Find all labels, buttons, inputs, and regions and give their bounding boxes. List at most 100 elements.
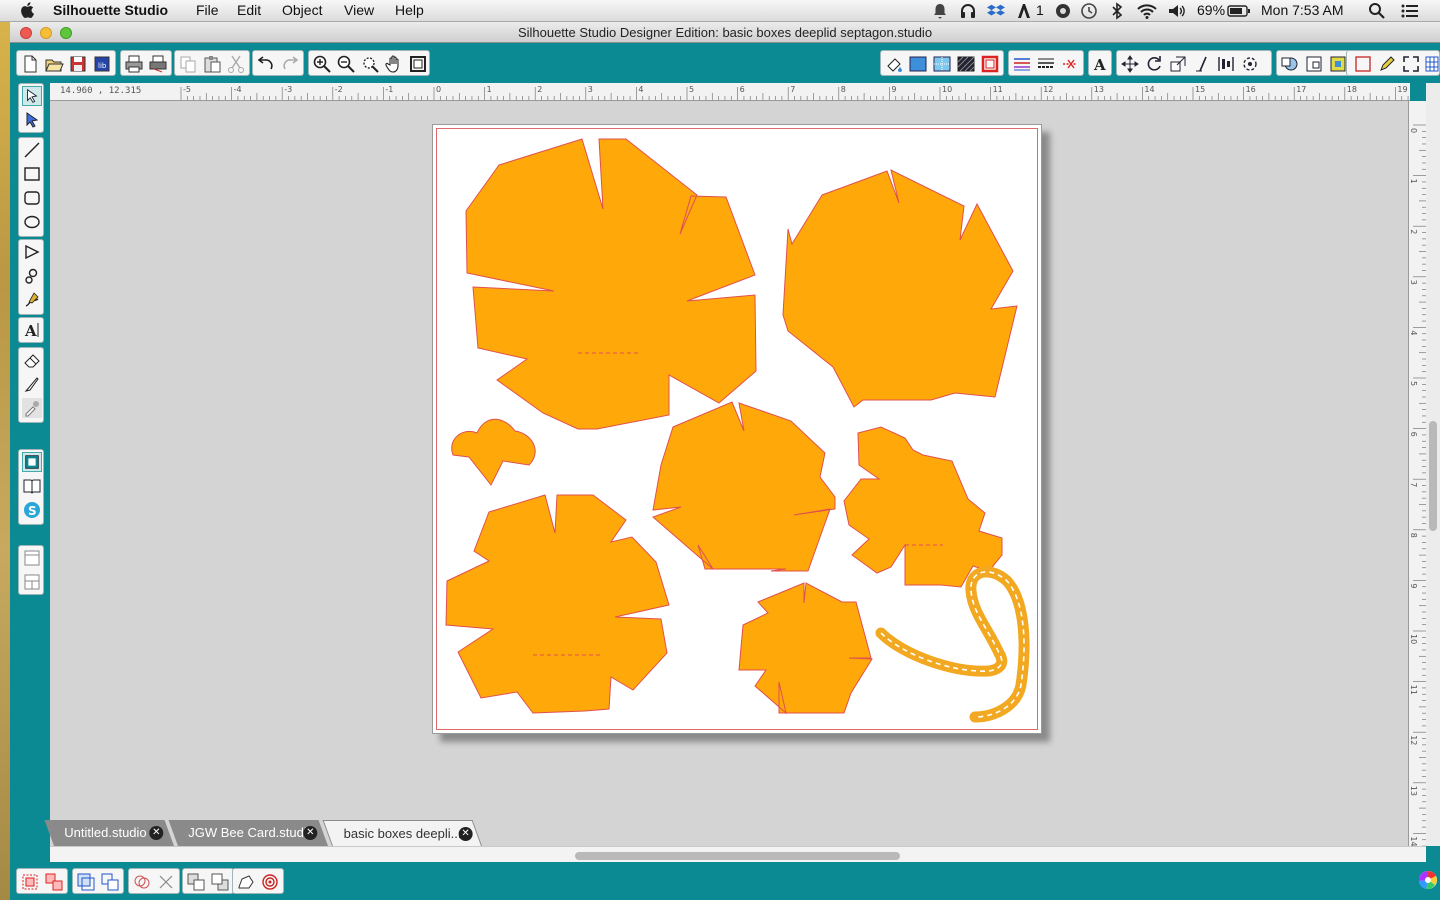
- undo-icon[interactable]: [256, 54, 276, 74]
- adobe-icon[interactable]: [1016, 2, 1034, 20]
- save-icon[interactable]: [68, 54, 88, 74]
- polygon-tool-icon[interactable]: [22, 242, 42, 262]
- curve-tool-icon[interactable]: [22, 266, 42, 286]
- septagon-lid-topright[interactable]: [782, 169, 1018, 408]
- fullscreen-icon[interactable]: [1401, 54, 1421, 74]
- fill-panel-icon[interactable]: [908, 54, 928, 74]
- vertical-ruler[interactable]: 0 1 2 3 4 5 6 7 8 9 10 11 12 13 14: [1408, 101, 1426, 846]
- window-title-bar[interactable]: Silhouette Studio Designer Edition: basi…: [10, 22, 1440, 43]
- scale-icon[interactable]: [1168, 54, 1188, 74]
- rotate-icon[interactable]: [1144, 54, 1164, 74]
- registration-icon[interactable]: [1328, 54, 1348, 74]
- close-tab-icon[interactable]: ✕: [458, 827, 473, 841]
- show-panel-icon[interactable]: [22, 548, 42, 568]
- line-weight-icon[interactable]: [1036, 54, 1056, 74]
- redo-icon[interactable]: [280, 54, 300, 74]
- library-icon[interactable]: [22, 476, 42, 496]
- trace-icon[interactable]: [1280, 54, 1300, 74]
- grid-icon[interactable]: [1353, 54, 1373, 74]
- menu-edit[interactable]: Edit: [237, 2, 261, 18]
- knife-tool-icon[interactable]: [22, 374, 42, 394]
- ungroup-icon[interactable]: [44, 872, 64, 892]
- battery-icon[interactable]: [1227, 2, 1251, 20]
- text-style-icon[interactable]: A: [1090, 54, 1110, 74]
- eraser-tool-icon[interactable]: [22, 350, 42, 370]
- horizontal-scrollbar[interactable]: [50, 846, 1426, 862]
- box-net-small-right[interactable]: [843, 426, 1003, 588]
- cut-style-icon[interactable]: [1060, 54, 1080, 74]
- split-panel-icon[interactable]: [22, 572, 42, 592]
- print-icon[interactable]: [124, 54, 144, 74]
- edit-points-icon[interactable]: [22, 110, 42, 130]
- save-library-icon[interactable]: lib: [92, 54, 112, 74]
- group-icon[interactable]: [20, 872, 40, 892]
- gradient-icon[interactable]: [932, 54, 952, 74]
- new-file-icon[interactable]: [20, 54, 40, 74]
- septagon-base-center[interactable]: [652, 401, 836, 572]
- notification-bell-icon[interactable]: [932, 2, 948, 20]
- zoom-in-icon[interactable]: [312, 54, 332, 74]
- open-file-icon[interactable]: [44, 54, 64, 74]
- close-tab-icon[interactable]: ✕: [303, 826, 318, 840]
- dropbox-icon[interactable]: [987, 2, 1007, 20]
- rotate-object-icon[interactable]: [236, 872, 256, 892]
- ribbon-loop-shape[interactable]: [875, 566, 1030, 723]
- transform-move-icon[interactable]: [1120, 54, 1140, 74]
- design-shapes[interactable]: [433, 125, 1043, 735]
- evernote-icon[interactable]: [1054, 2, 1072, 20]
- line-color-icon[interactable]: [980, 54, 1000, 74]
- rectangle-tool-icon[interactable]: [22, 164, 42, 184]
- time-machine-icon[interactable]: [1080, 2, 1098, 20]
- zoom-select-icon[interactable]: [360, 54, 380, 74]
- notification-center-icon[interactable]: [1400, 2, 1420, 20]
- pan-icon[interactable]: [384, 54, 404, 74]
- paste-icon[interactable]: [202, 54, 222, 74]
- tab-basic-boxes[interactable]: basic boxes deepli... ✕: [322, 820, 482, 846]
- close-tab-icon[interactable]: ✕: [149, 826, 164, 840]
- vertical-scroll-thumb[interactable]: [1429, 421, 1437, 531]
- target-icon[interactable]: [260, 872, 280, 892]
- color-wheel-icon[interactable]: [1418, 870, 1438, 890]
- line-tool-icon[interactable]: [22, 140, 42, 160]
- line-style-icon[interactable]: [1012, 54, 1032, 74]
- eyedropper-icon[interactable]: [22, 398, 42, 418]
- menu-view[interactable]: View: [344, 2, 374, 18]
- bring-forward-icon[interactable]: [186, 872, 206, 892]
- replicate-icon[interactable]: [1240, 54, 1260, 74]
- tab-untitled[interactable]: Untitled.studio ✕: [44, 820, 174, 846]
- page-setup-icon[interactable]: [1304, 54, 1324, 74]
- zoom-out-icon[interactable]: [336, 54, 356, 74]
- menu-clock[interactable]: Mon 7:53 AM: [1261, 2, 1344, 18]
- weld-icon[interactable]: [132, 872, 152, 892]
- delete-icon[interactable]: [156, 872, 176, 892]
- headphones-icon[interactable]: [959, 2, 977, 20]
- send-backward-icon[interactable]: [210, 872, 230, 892]
- horizontal-scroll-thumb[interactable]: [575, 852, 900, 860]
- box-net-medium-bottomleft[interactable]: [445, 494, 670, 714]
- menu-object[interactable]: Object: [282, 2, 322, 18]
- tab-jgw-bee-card[interactable]: JGW Bee Card.studio ✕: [168, 820, 328, 846]
- apple-menu-icon[interactable]: [19, 1, 36, 19]
- horizontal-ruler[interactable]: -5 -4 -3 -2 -1 0 1 2 3 4 5 6 7 8 9 10 11 12 13 14 15 16 17 18 19: [50, 83, 1410, 101]
- volume-icon[interactable]: [1167, 2, 1187, 20]
- cutting-mat-page[interactable]: [432, 124, 1042, 734]
- select-icon[interactable]: [22, 86, 42, 106]
- box-net-large-topleft[interactable]: [465, 138, 757, 430]
- cut-icon[interactable]: [226, 54, 246, 74]
- fit-page-icon[interactable]: [408, 54, 428, 74]
- leaf-tab-shape[interactable]: [451, 418, 536, 486]
- pattern-icon[interactable]: [956, 54, 976, 74]
- menu-file[interactable]: File: [196, 2, 219, 18]
- align-icon[interactable]: [1216, 54, 1236, 74]
- grid-view-icon[interactable]: [1425, 54, 1439, 74]
- septagon-small-bottom[interactable]: [738, 582, 873, 715]
- menu-help[interactable]: Help: [395, 2, 424, 18]
- design-canvas[interactable]: [50, 101, 1408, 846]
- copy-icon[interactable]: [178, 54, 198, 74]
- rounded-rect-tool-icon[interactable]: [22, 188, 42, 208]
- text-tool-icon[interactable]: A: [22, 320, 42, 340]
- app-name-menu[interactable]: Silhouette Studio: [53, 2, 168, 18]
- spotlight-search-icon[interactable]: [1368, 2, 1386, 20]
- sketch-icon[interactable]: [1377, 54, 1397, 74]
- bluetooth-icon[interactable]: [1110, 2, 1124, 20]
